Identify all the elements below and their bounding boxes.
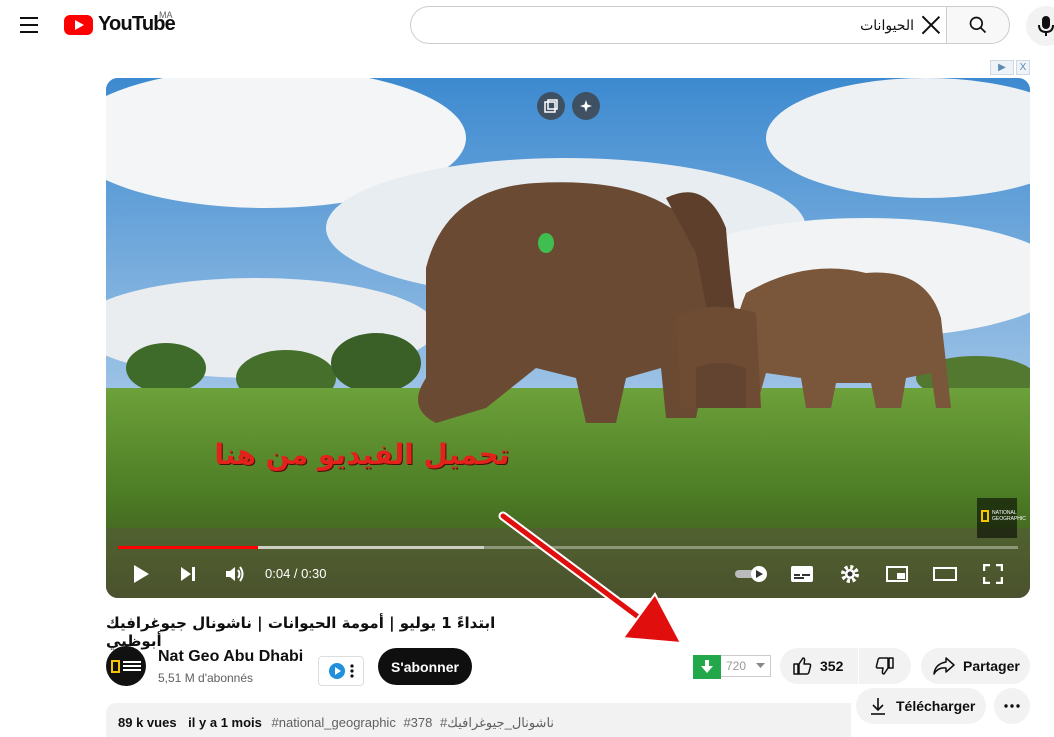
share-label: Partager <box>963 658 1020 674</box>
quality-value: 720 <box>726 659 747 673</box>
natgeo-watermark: NATIONAL GEOGRAPHIC <box>977 498 1026 538</box>
like-button[interactable]: 352 <box>780 648 858 684</box>
hashtag[interactable]: #378 <box>403 715 432 730</box>
subtitles-icon <box>791 566 813 582</box>
theater-mode-icon <box>933 567 957 581</box>
red-arrow-annotation <box>498 511 683 645</box>
settings-button[interactable] <box>835 559 865 589</box>
download-icon <box>871 698 885 715</box>
search-value[interactable]: الحيوانات <box>860 17 914 34</box>
progress-played <box>118 546 258 549</box>
vertical-dots-icon <box>350 664 354 678</box>
logo-text-lines <box>123 665 141 667</box>
quality-select[interactable]: 720 <box>721 655 771 677</box>
sparkle-ai-icon[interactable] <box>572 92 600 120</box>
extension-button[interactable] <box>318 656 364 686</box>
volume-button[interactable] <box>220 559 250 589</box>
next-button[interactable] <box>173 559 203 589</box>
search-button[interactable] <box>946 6 1010 44</box>
chevron-down-icon <box>756 663 765 668</box>
clear-search-icon[interactable] <box>920 14 942 36</box>
ad-close-icon[interactable]: X <box>1016 60 1030 75</box>
download-label: Télécharger <box>896 698 976 714</box>
autoplay-toggle-icon <box>735 566 767 582</box>
extension-play-icon <box>329 663 345 679</box>
fullscreen-button[interactable] <box>978 559 1008 589</box>
play-button[interactable] <box>126 559 156 589</box>
miniplayer-icon[interactable] <box>537 92 565 120</box>
like-count: 352 <box>820 658 844 674</box>
miniplayer-icon <box>886 566 908 582</box>
ad-choices-badge[interactable]: ▶ X <box>990 60 1030 75</box>
share-button[interactable]: Partager <box>921 648 1030 684</box>
search-input[interactable]: الحيوانات <box>410 6 946 44</box>
hamburger-line <box>20 24 38 26</box>
next-icon <box>181 567 195 581</box>
ad-info-icon[interactable]: ▶ <box>990 60 1014 75</box>
miniplayer-button[interactable] <box>882 559 912 589</box>
thumbs-up-icon <box>793 657 812 675</box>
download-button[interactable]: Télécharger <box>856 688 986 724</box>
download-arrow-icon <box>701 660 713 673</box>
watermark-label: NATIONAL GEOGRAPHIC <box>992 510 1026 522</box>
video-title: ابتداءً 1 يوليو | أمومة الحيوانات | ناشو… <box>106 614 496 650</box>
downloader-widget[interactable]: 720 <box>693 655 771 679</box>
subscriber-count: 5,51 M d'abonnés <box>158 671 254 685</box>
menu-button[interactable] <box>14 10 44 40</box>
country-code: MA <box>159 10 173 20</box>
subscribe-button[interactable]: S'abonner <box>378 648 472 685</box>
hashtag[interactable]: #ناشونال_جيوغرافيك <box>440 715 554 730</box>
share-icon <box>933 657 955 675</box>
upload-date: il y a 1 mois <box>188 715 262 730</box>
more-horizontal-icon <box>1004 704 1020 708</box>
time-display: 0:04 / 0:30 <box>265 566 327 581</box>
theater-mode-button[interactable] <box>930 559 960 589</box>
gear-icon <box>841 565 859 583</box>
download-arrow-button[interactable] <box>693 655 721 679</box>
thumbs-down-icon <box>875 657 894 675</box>
search-icon <box>969 16 987 34</box>
play-icon <box>134 565 149 583</box>
autoplay-toggle[interactable] <box>732 559 770 589</box>
description-meta: 89 k vues il y a 1 mois #national_geogra… <box>118 715 554 731</box>
hamburger-line <box>20 31 38 33</box>
download-hint-text: تحميل الفيديو من هنا <box>214 438 510 471</box>
natgeo-logo-icon <box>111 659 120 673</box>
youtube-play-icon <box>64 14 93 35</box>
subtitles-button[interactable] <box>787 559 817 589</box>
volume-icon <box>226 566 244 582</box>
hashtag[interactable]: #national_geographic <box>272 715 396 730</box>
channel-name[interactable]: Nat Geo Abu Dhabi <box>158 648 303 666</box>
voice-search-button[interactable] <box>1026 6 1054 46</box>
dislike-button[interactable] <box>859 648 911 684</box>
microphone-icon <box>1038 16 1054 36</box>
more-actions-button[interactable] <box>994 688 1030 724</box>
hamburger-menu-icon <box>20 17 38 19</box>
channel-avatar[interactable] <box>106 646 146 686</box>
view-count: 89 k vues <box>118 715 177 730</box>
fullscreen-icon <box>983 564 1003 584</box>
